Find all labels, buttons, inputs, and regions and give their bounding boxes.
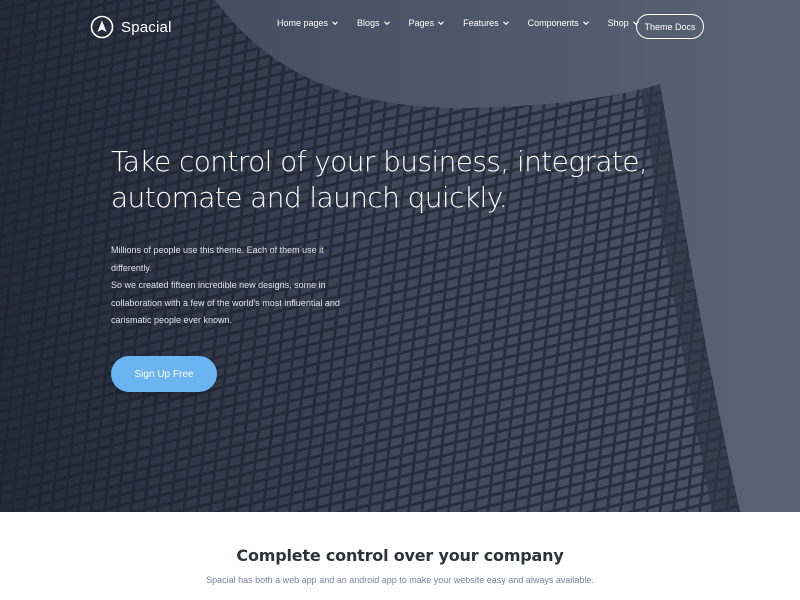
description-line: Millions of people use this theme. Each … bbox=[111, 245, 324, 255]
chevron-down-icon bbox=[383, 21, 390, 26]
chevron-down-icon bbox=[332, 21, 338, 26]
nav-shop[interactable]: Shop bbox=[608, 18, 640, 28]
description-line: collaboration with a few of the world's … bbox=[111, 297, 340, 308]
main-nav: Home pages Blogs Pages Features Componen… bbox=[277, 18, 658, 28]
headline-line: automate and launch quickly. bbox=[111, 181, 508, 214]
nav-pages[interactable]: Pages bbox=[409, 18, 446, 28]
hero-section: Spacial Home pages Blogs Pages Features … bbox=[0, 0, 800, 512]
section-title: Complete control over your company bbox=[236, 546, 564, 565]
hero-headline: Take control of your business, integrate… bbox=[111, 144, 648, 216]
nav-components[interactable]: Components bbox=[528, 18, 590, 28]
nav-label: Blogs bbox=[357, 18, 380, 28]
chevron-down-icon bbox=[582, 21, 589, 26]
section-subtitle: Spacial has both a web app and an androi… bbox=[206, 575, 594, 585]
brand-link[interactable]: Spacial bbox=[90, 14, 172, 40]
hero-description: Millions of people use this theme. Each … bbox=[111, 242, 371, 330]
nav-home-pages[interactable]: Home pages bbox=[277, 18, 339, 28]
nav-label: Components bbox=[527, 18, 579, 28]
nav-label: Shop bbox=[607, 18, 629, 28]
brand-name: Spacial bbox=[121, 18, 172, 36]
nav-label: Features bbox=[463, 18, 499, 28]
chevron-down-icon bbox=[502, 21, 509, 26]
theme-docs-button[interactable]: Theme Docs bbox=[636, 14, 704, 39]
navbar: Spacial Home pages Blogs Pages Features … bbox=[0, 0, 800, 54]
compass-arrow-icon bbox=[90, 15, 114, 39]
headline-line: Take control of your business, integrate… bbox=[111, 145, 648, 178]
description-line: differently. bbox=[111, 262, 152, 273]
nav-features[interactable]: Features bbox=[463, 18, 510, 28]
sign-up-button[interactable]: Sign Up Free bbox=[111, 356, 217, 392]
description-line: carismatic people ever known. bbox=[111, 315, 233, 325]
features-intro-section: Complete control over your company Spaci… bbox=[0, 512, 800, 600]
nav-label: Home pages bbox=[277, 18, 329, 28]
nav-label: Pages bbox=[408, 18, 435, 28]
nav-blogs[interactable]: Blogs bbox=[357, 18, 391, 28]
description-line: So we created fifteen incredible new des… bbox=[111, 280, 326, 290]
chevron-down-icon bbox=[438, 21, 444, 26]
